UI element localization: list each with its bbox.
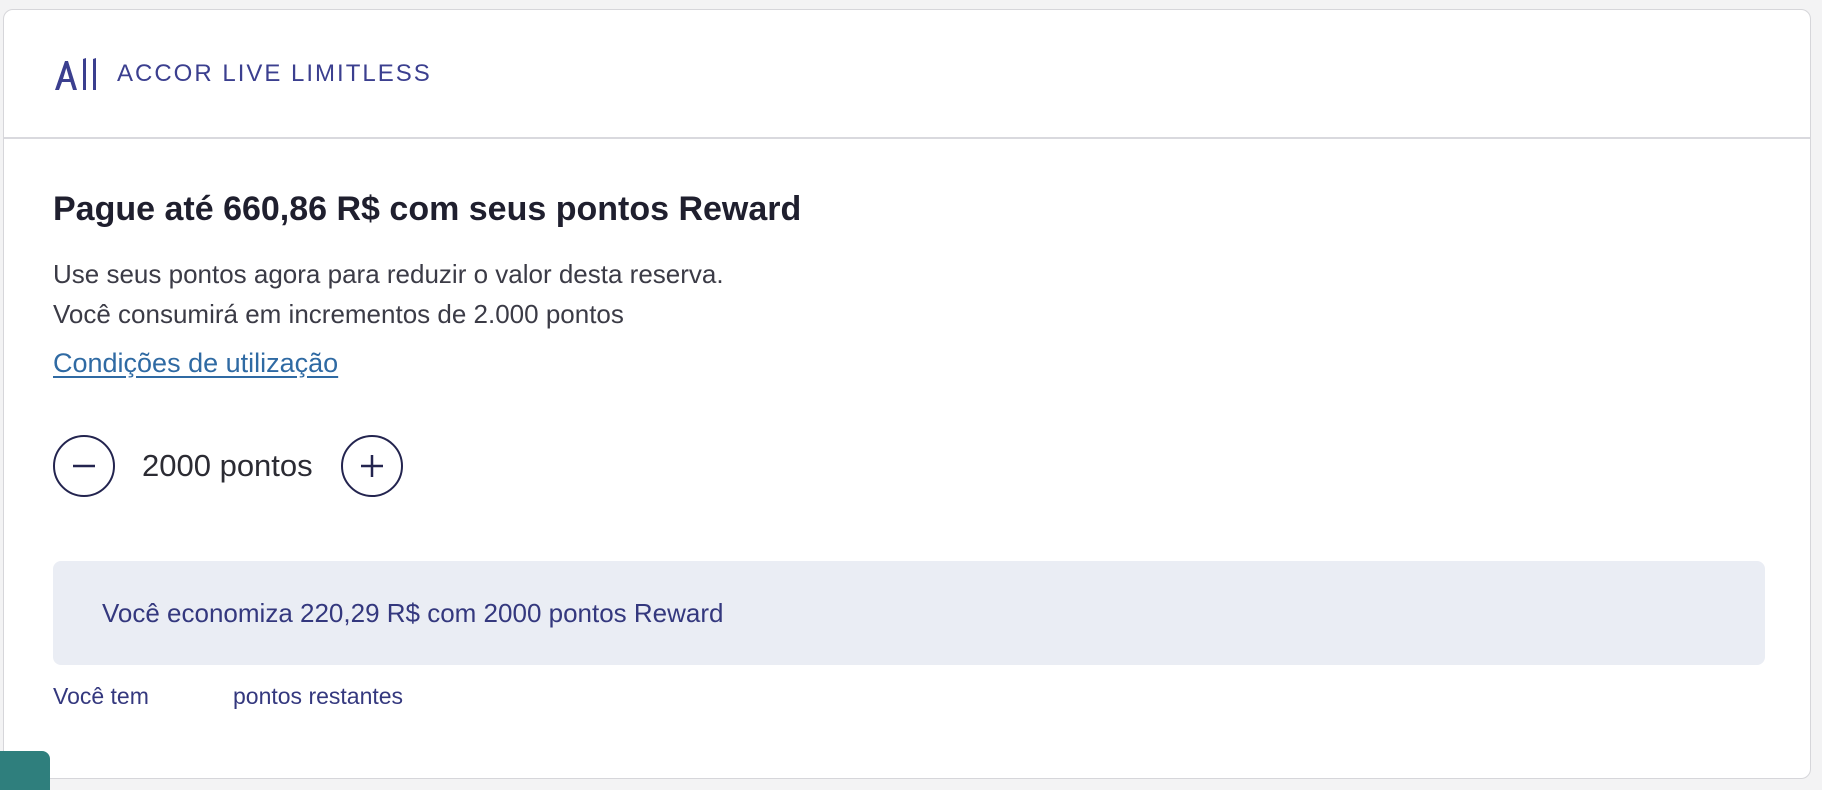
chat-widget-tab[interactable] (0, 751, 50, 790)
points-value: 2000 pontos (142, 448, 313, 484)
remaining-points: Você tem pontos restantes (53, 683, 1810, 710)
page-title: Pague até 660,86 R$ com seus pontos Rewa… (53, 190, 802, 228)
savings-text: Você economiza 220,29 R$ com 2000 pontos… (102, 597, 724, 628)
brand-text: ACCOR LIVE LIMITLESS (117, 59, 432, 87)
rewards-card: ACCOR LIVE LIMITLESS Pague até 660,86 R$… (3, 9, 1811, 779)
remaining-suffix: pontos restantes (233, 683, 404, 710)
description-line-2: Você consumirá em incrementos de 2.000 p… (53, 299, 624, 330)
decrement-button[interactable] (53, 435, 115, 498)
rewards-content: Pague até 660,86 R$ com seus pontos Rewa… (4, 139, 1810, 710)
all-logo-icon (55, 57, 96, 90)
brand-logo: ACCOR LIVE LIMITLESS (53, 57, 432, 91)
increment-button[interactable] (340, 435, 403, 498)
remaining-prefix: Você tem (53, 683, 149, 710)
header: ACCOR LIVE LIMITLESS (4, 10, 1810, 139)
plus-icon (360, 455, 383, 478)
description: Use seus pontos agora para reduzir o val… (53, 254, 1810, 334)
conditions-link[interactable]: Condições de utilização (53, 348, 338, 379)
minus-icon (73, 465, 95, 468)
savings-banner: Você economiza 220,29 R$ com 2000 pontos… (53, 561, 1765, 666)
points-stepper: 2000 pontos (53, 433, 1810, 499)
description-line-1: Use seus pontos agora para reduzir o val… (53, 259, 724, 290)
